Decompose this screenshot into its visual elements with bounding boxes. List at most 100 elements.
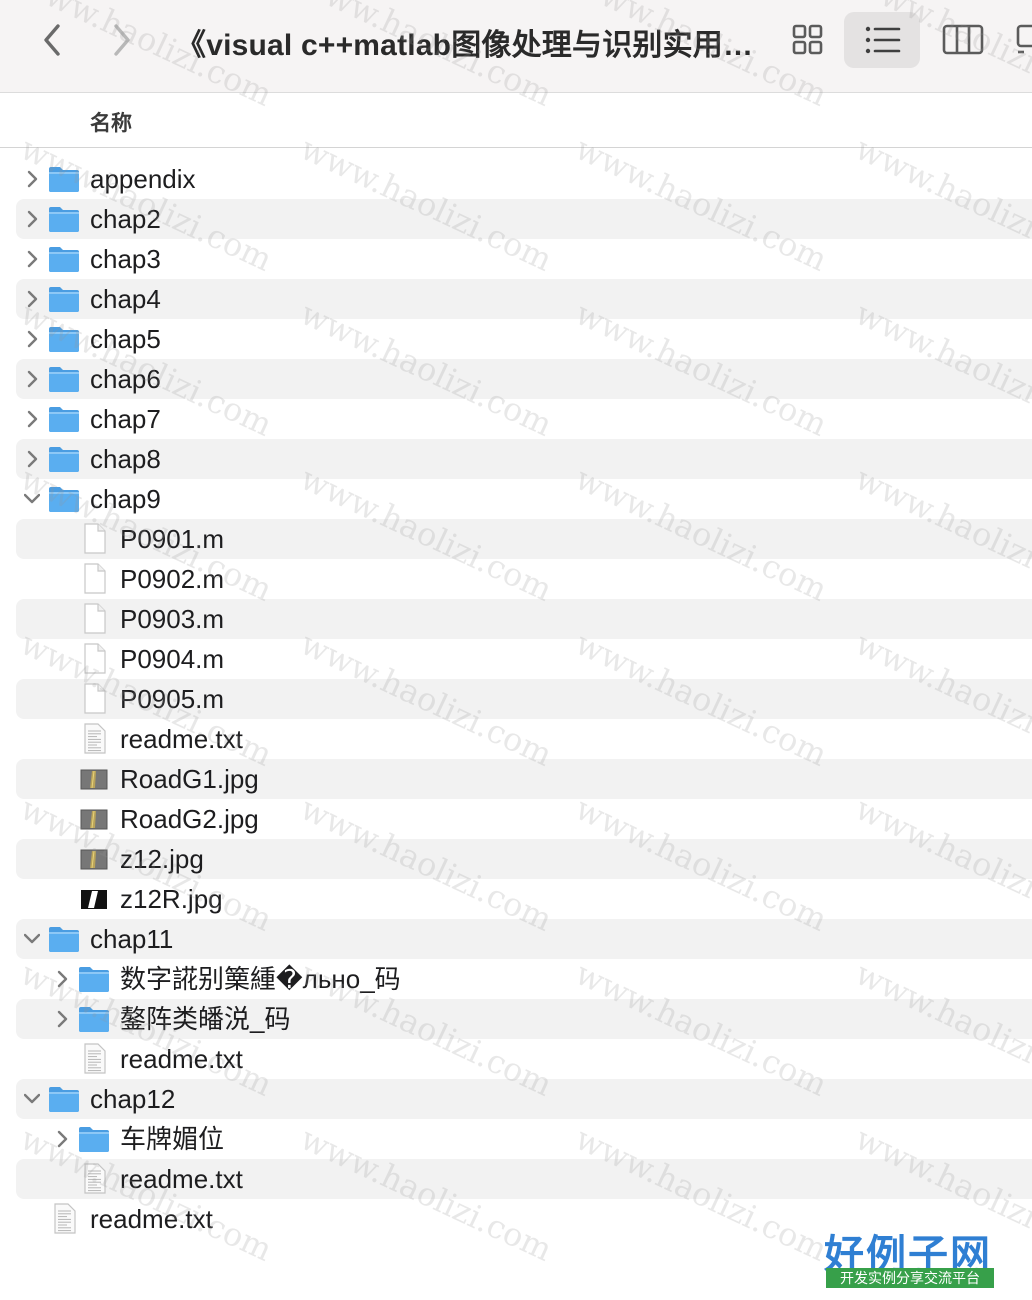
folder-icon: [48, 163, 80, 195]
column-view-button[interactable]: [926, 12, 1002, 68]
logo-sub-text: 开发实例分享交流平台: [826, 1268, 994, 1288]
disclosure-collapsed-icon[interactable]: [55, 1126, 71, 1152]
text-document-icon: [78, 1163, 110, 1195]
back-button[interactable]: [32, 18, 72, 62]
forward-button[interactable]: [102, 18, 142, 62]
disclosure-collapsed-icon[interactable]: [25, 246, 41, 272]
disclosure-collapsed-icon[interactable]: [25, 366, 41, 392]
item-name: P0905.m: [120, 684, 225, 714]
item-name: RoadG2.jpg: [120, 804, 259, 834]
item-name: chap4: [90, 284, 161, 314]
folder-icon: [48, 243, 80, 275]
icon-view-button[interactable]: [772, 12, 848, 68]
folder-icon: [48, 923, 80, 955]
folder-icon: [78, 1123, 110, 1155]
item-name: 鏊阵类皤涚_码: [120, 1004, 291, 1034]
folder-icon: [48, 203, 80, 235]
list-row[interactable]: P0902.m: [0, 559, 1032, 599]
item-name: readme.txt: [120, 724, 243, 754]
item-name: chap9: [90, 484, 161, 514]
file-icon: [78, 643, 110, 675]
item-name: z12.jpg: [120, 844, 204, 874]
watermark-logo: 好例子网 开发实例分享交流平台: [822, 1222, 998, 1292]
item-name: 车牌媚位: [120, 1124, 225, 1154]
disclosure-collapsed-icon[interactable]: [55, 1006, 71, 1032]
item-name: appendix: [90, 164, 196, 194]
disclosure-collapsed-icon[interactable]: [25, 166, 41, 192]
list-row[interactable]: chap4: [0, 279, 1032, 319]
list-row[interactable]: P0905.m: [0, 679, 1032, 719]
list-row[interactable]: readme.txt: [0, 1159, 1032, 1199]
list-row[interactable]: chap7: [0, 399, 1032, 439]
item-name: chap6: [90, 364, 161, 394]
list-row[interactable]: readme.txt: [0, 719, 1032, 759]
list-row[interactable]: chap2: [0, 199, 1032, 239]
folder-icon: [48, 443, 80, 475]
disclosure-collapsed-icon[interactable]: [25, 206, 41, 232]
grid-icon: [792, 24, 823, 55]
file-icon: [78, 683, 110, 715]
list-row[interactable]: 数字誮别篥緟�льно_码: [0, 959, 1032, 999]
item-name: P0903.m: [120, 604, 225, 634]
item-name: chap2: [90, 204, 161, 234]
list-row[interactable]: chap11: [0, 919, 1032, 959]
disclosure-collapsed-icon[interactable]: [25, 406, 41, 432]
chevron-left-icon: [44, 24, 60, 56]
file-icon: [78, 523, 110, 555]
list-row[interactable]: 鏊阵类皤涚_码: [0, 999, 1032, 1039]
disclosure-collapsed-icon[interactable]: [25, 326, 41, 352]
text-document-icon: [48, 1203, 80, 1235]
list-row[interactable]: chap6: [0, 359, 1032, 399]
list-row[interactable]: z12.jpg: [0, 839, 1032, 879]
list-row[interactable]: appendix: [0, 159, 1032, 199]
item-name: chap5: [90, 324, 161, 354]
gallery-view-button[interactable]: [1004, 12, 1032, 68]
item-name: chap12: [90, 1084, 176, 1114]
folder-icon: [48, 483, 80, 515]
list-view-button[interactable]: [844, 12, 920, 68]
disclosure-expanded-icon[interactable]: [23, 486, 41, 512]
item-name: RoadG1.jpg: [120, 764, 259, 794]
disclosure-expanded-icon[interactable]: [23, 926, 41, 952]
chevron-right-icon: [114, 24, 130, 56]
finder-toolbar: 《visual c++matlab图像处理与识别实用…: [0, 0, 1032, 93]
folder-icon: [48, 323, 80, 355]
item-name: P0901.m: [120, 524, 225, 554]
item-name: readme.txt: [120, 1164, 243, 1194]
text-document-icon: [78, 1043, 110, 1075]
file-icon: [78, 563, 110, 595]
item-name: 数字誮别篥緟�льно_码: [120, 964, 401, 994]
item-name: chap11: [90, 924, 174, 954]
item-name: z12R.jpg: [120, 884, 223, 914]
item-name: P0904.m: [120, 644, 225, 674]
disclosure-collapsed-icon[interactable]: [55, 966, 71, 992]
list-row[interactable]: readme.txt: [0, 1039, 1032, 1079]
list-row[interactable]: RoadG1.jpg: [0, 759, 1032, 799]
list-row[interactable]: chap3: [0, 239, 1032, 279]
name-column-header[interactable]: 名称: [90, 107, 132, 137]
image-file-icon: [78, 843, 110, 875]
window-title: 《visual c++matlab图像处理与识别实用…: [176, 29, 754, 62]
disclosure-collapsed-icon[interactable]: [25, 286, 41, 312]
list-row[interactable]: z12R.jpg: [0, 879, 1032, 919]
list-row[interactable]: P0903.m: [0, 599, 1032, 639]
list-row[interactable]: P0901.m: [0, 519, 1032, 559]
folder-icon: [48, 283, 80, 315]
folder-icon: [48, 403, 80, 435]
list-row[interactable]: RoadG2.jpg: [0, 799, 1032, 839]
item-name: readme.txt: [90, 1204, 213, 1234]
gallery-icon: [1016, 24, 1032, 54]
list-row[interactable]: chap9: [0, 479, 1032, 519]
list-row[interactable]: chap8: [0, 439, 1032, 479]
list-row[interactable]: chap5: [0, 319, 1032, 359]
disclosure-collapsed-icon[interactable]: [25, 446, 41, 472]
image-file-icon: [78, 883, 110, 915]
item-name: chap7: [90, 404, 161, 434]
disclosure-expanded-icon[interactable]: [23, 1086, 41, 1112]
list-row[interactable]: 车牌媚位: [0, 1119, 1032, 1159]
list-row[interactable]: P0904.m: [0, 639, 1032, 679]
list-row[interactable]: chap12: [0, 1079, 1032, 1119]
item-name: readme.txt: [120, 1044, 243, 1074]
file-list: appendix chap2 chap3 chap4 chap5 chap6 c…: [0, 159, 1032, 1239]
item-name: chap8: [90, 444, 161, 474]
